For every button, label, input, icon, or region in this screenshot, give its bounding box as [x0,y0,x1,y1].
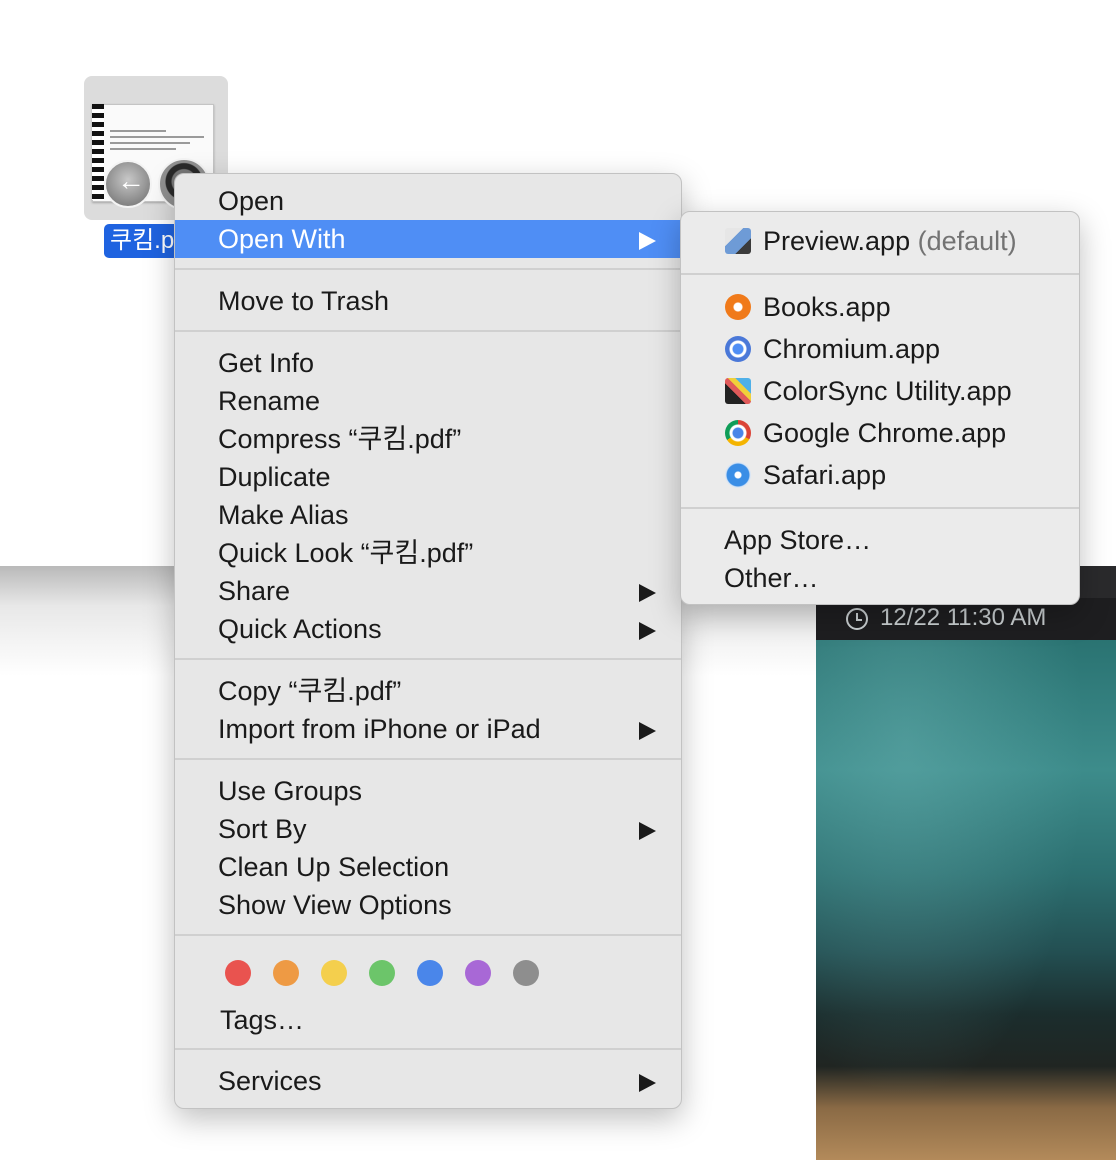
colorsync-icon [725,378,751,404]
open-with-submenu: Preview.app (default) Books.app Chromium… [680,211,1080,605]
tag-purple[interactable] [465,960,491,986]
menu-item-clean-up-selection[interactable]: Clean Up Selection [175,848,681,886]
menu-item-get-info[interactable]: Get Info [175,344,681,382]
file-preview-text [110,130,204,154]
submenu-item-app-store[interactable]: App Store… [681,520,1079,560]
submenu-item-other[interactable]: Other… [681,558,1079,598]
menu-item-move-to-trash[interactable]: Move to Trash [175,282,681,320]
menu-item-show-view-options[interactable]: Show View Options [175,886,681,924]
tag-gray[interactable] [513,960,539,986]
safari-icon [725,462,751,488]
menu-item-quick-look[interactable]: Quick Look “쿠킴.pdf” [175,534,681,572]
menu-item-copy[interactable]: Copy “쿠킴.pdf” [175,672,681,710]
menu-separator [175,268,681,270]
photo-timestamp: 12/22 11:30 AM [880,604,1047,631]
default-note: (default) [917,226,1017,256]
submenu-arrow-icon [639,722,656,740]
submenu-arrow-icon [639,232,656,250]
menu-item-make-alias[interactable]: Make Alias [175,496,681,534]
tag-blue[interactable] [417,960,443,986]
menu-item-open-with[interactable]: Open With [175,220,681,258]
submenu-arrow-icon [639,622,656,640]
tag-yellow[interactable] [321,960,347,986]
photo-image [816,640,1116,1160]
spiral-binding-icon [92,104,104,200]
tag-green[interactable] [369,960,395,986]
submenu-arrow-icon [639,584,656,602]
menu-item-sort-by[interactable]: Sort By [175,810,681,848]
submenu-item-books[interactable]: Books.app [681,287,1079,327]
submenu-item-safari[interactable]: Safari.app [681,455,1079,495]
menu-item-quick-actions[interactable]: Quick Actions [175,610,681,648]
menu-separator [175,1048,681,1050]
submenu-item-chromium[interactable]: Chromium.app [681,329,1079,369]
context-menu: Open Open With Move to Trash Get Info Re… [174,173,682,1109]
preview-icon [725,228,751,254]
menu-item-import-from-iphone[interactable]: Import from iPhone or iPad [175,710,681,748]
submenu-item-google-chrome[interactable]: Google Chrome.app [681,413,1079,453]
menu-item-rename[interactable]: Rename [175,382,681,420]
menu-item-duplicate[interactable]: Duplicate [175,458,681,496]
menu-separator [175,758,681,760]
menu-item-open[interactable]: Open [175,182,681,220]
tag-orange[interactable] [273,960,299,986]
app-name: Preview.app [763,226,911,256]
tag-red[interactable] [225,960,251,986]
menu-separator [175,658,681,660]
photo-viewer-window: 12/22 11:30 AM [816,566,1116,1160]
menu-item-use-groups[interactable]: Use Groups [175,772,681,810]
submenu-item-preview[interactable]: Preview.app (default) [681,221,1079,261]
chrome-icon [725,420,751,446]
submenu-arrow-icon [639,1074,656,1092]
chromium-icon [725,336,751,362]
menu-item-share[interactable]: Share [175,572,681,610]
menu-separator [175,934,681,936]
menu-separator [681,507,1079,509]
menu-separator [681,273,1079,275]
submenu-item-colorsync[interactable]: ColorSync Utility.app [681,371,1079,411]
menu-separator [175,330,681,332]
books-icon [725,294,751,320]
submenu-arrow-icon [639,822,656,840]
menu-item-tags[interactable]: Tags… [175,1001,681,1039]
back-arrow-icon [104,160,152,208]
menu-item-compress[interactable]: Compress “쿠킴.pdf” [175,420,681,458]
clock-icon [846,608,868,630]
menu-item-services[interactable]: Services [175,1062,681,1100]
